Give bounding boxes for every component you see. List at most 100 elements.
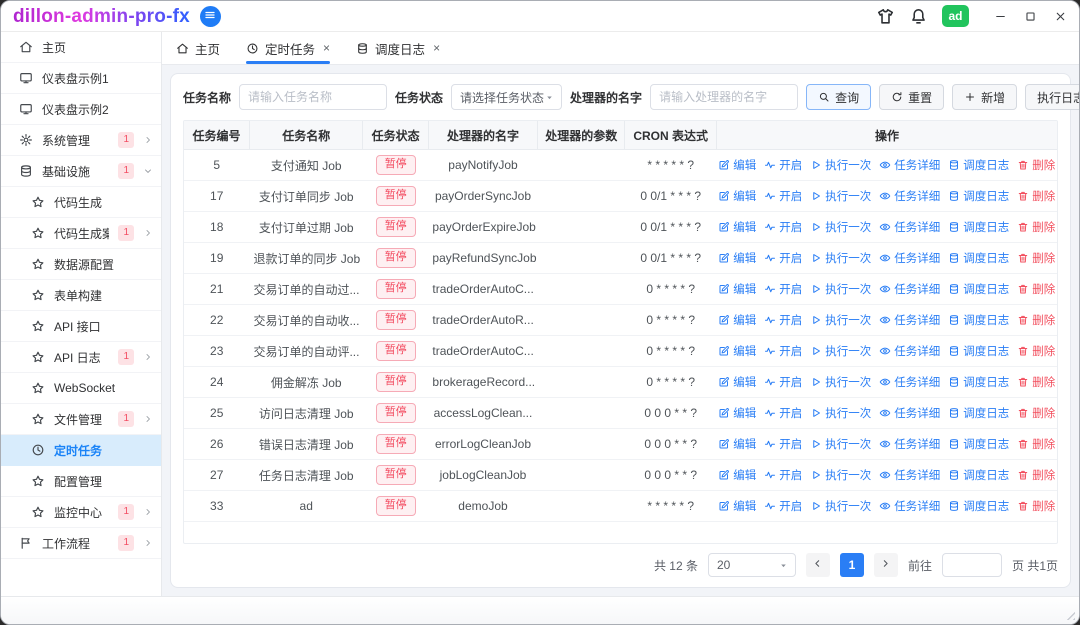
op-detail[interactable]: 任务详细 — [879, 250, 940, 266]
op-edit[interactable]: 编辑 — [718, 436, 756, 452]
theme-shirt-icon[interactable] — [876, 7, 895, 26]
op-run-once[interactable]: 执行一次 — [810, 436, 871, 452]
create-button[interactable]: 新增 — [952, 84, 1017, 110]
op-edit[interactable]: 编辑 — [718, 343, 756, 359]
sidebar-item-系统管理[interactable]: 系统管理1 — [1, 125, 161, 156]
op-detail[interactable]: 任务详细 — [879, 498, 940, 514]
op-delete[interactable]: 删除 — [1017, 405, 1055, 421]
op-enable[interactable]: 开启 — [764, 498, 802, 514]
reset-button[interactable]: 重置 — [879, 84, 944, 110]
op-edit[interactable]: 编辑 — [718, 312, 756, 328]
notifications-bell-icon[interactable] — [909, 7, 928, 26]
op-edit[interactable]: 编辑 — [718, 219, 756, 235]
op-enable[interactable]: 开启 — [764, 157, 802, 173]
task-name-input[interactable] — [239, 84, 387, 110]
sidebar-item-仪表盘示例2[interactable]: 仪表盘示例2 — [1, 94, 161, 125]
user-avatar[interactable]: ad — [942, 5, 969, 27]
op-run-once[interactable]: 执行一次 — [810, 157, 871, 173]
op-enable[interactable]: 开启 — [764, 343, 802, 359]
op-enable[interactable]: 开启 — [764, 312, 802, 328]
op-edit[interactable]: 编辑 — [718, 250, 756, 266]
sidebar-item-定时任务[interactable]: 定时任务 — [1, 435, 161, 466]
sidebar-item-数据源配置[interactable]: 数据源配置 — [1, 249, 161, 280]
op-sched-log[interactable]: 调度日志 — [948, 436, 1009, 452]
minimize-icon[interactable] — [993, 9, 1007, 23]
op-sched-log[interactable]: 调度日志 — [948, 219, 1009, 235]
sidebar-item-基础设施[interactable]: 基础设施1 — [1, 156, 161, 187]
sidebar-item-主页[interactable]: 主页 — [1, 32, 161, 63]
op-edit[interactable]: 编辑 — [718, 281, 756, 297]
op-sched-log[interactable]: 调度日志 — [948, 467, 1009, 483]
sidebar-item-代码生成[interactable]: 代码生成 — [1, 187, 161, 218]
op-enable[interactable]: 开启 — [764, 374, 802, 390]
op-detail[interactable]: 任务详细 — [879, 281, 940, 297]
op-run-once[interactable]: 执行一次 — [810, 219, 871, 235]
op-detail[interactable]: 任务详细 — [879, 436, 940, 452]
tab-cron-task[interactable]: 定时任务× — [246, 32, 330, 64]
op-delete[interactable]: 删除 — [1017, 467, 1055, 483]
op-sched-log[interactable]: 调度日志 — [948, 157, 1009, 173]
op-run-once[interactable]: 执行一次 — [810, 343, 871, 359]
op-run-once[interactable]: 执行一次 — [810, 467, 871, 483]
op-edit[interactable]: 编辑 — [718, 188, 756, 204]
op-sched-log[interactable]: 调度日志 — [948, 188, 1009, 204]
op-delete[interactable]: 删除 — [1017, 436, 1055, 452]
page-size-select[interactable]: 20 — [708, 553, 796, 577]
op-detail[interactable]: 任务详细 — [879, 374, 940, 390]
op-detail[interactable]: 任务详细 — [879, 219, 940, 235]
tab-job-log[interactable]: 调度日志× — [356, 32, 440, 64]
prev-page-button[interactable] — [806, 553, 830, 577]
op-delete[interactable]: 删除 — [1017, 281, 1055, 297]
op-detail[interactable]: 任务详细 — [879, 157, 940, 173]
op-enable[interactable]: 开启 — [764, 188, 802, 204]
op-delete[interactable]: 删除 — [1017, 219, 1055, 235]
sidebar-item-监控中心[interactable]: 监控中心1 — [1, 497, 161, 528]
tab-home[interactable]: 主页 — [176, 32, 220, 64]
op-delete[interactable]: 删除 — [1017, 157, 1055, 173]
op-sched-log[interactable]: 调度日志 — [948, 405, 1009, 421]
op-run-once[interactable]: 执行一次 — [810, 312, 871, 328]
sidebar-item-表单构建[interactable]: 表单构建 — [1, 280, 161, 311]
resize-grip-icon[interactable] — [1064, 609, 1075, 620]
sidebar-item-工作流程[interactable]: 工作流程1 — [1, 528, 161, 559]
sidebar-item-API 接口[interactable]: API 接口 — [1, 311, 161, 342]
hamburger-menu-button[interactable] — [200, 6, 221, 27]
sidebar-item-仪表盘示例1[interactable]: 仪表盘示例1 — [1, 63, 161, 94]
op-detail[interactable]: 任务详细 — [879, 312, 940, 328]
op-run-once[interactable]: 执行一次 — [810, 405, 871, 421]
op-run-once[interactable]: 执行一次 — [810, 281, 871, 297]
op-enable[interactable]: 开启 — [764, 281, 802, 297]
sidebar-item-API 日志[interactable]: API 日志1 — [1, 342, 161, 373]
op-sched-log[interactable]: 调度日志 — [948, 343, 1009, 359]
close-icon[interactable] — [1053, 9, 1067, 23]
op-sched-log[interactable]: 调度日志 — [948, 312, 1009, 328]
sidebar-item-WebSocket[interactable]: WebSocket — [1, 373, 161, 404]
op-enable[interactable]: 开启 — [764, 250, 802, 266]
page-1-button[interactable]: 1 — [840, 553, 864, 577]
op-run-once[interactable]: 执行一次 — [810, 498, 871, 514]
op-delete[interactable]: 删除 — [1017, 498, 1055, 514]
op-detail[interactable]: 任务详细 — [879, 188, 940, 204]
op-enable[interactable]: 开启 — [764, 405, 802, 421]
op-edit[interactable]: 编辑 — [718, 467, 756, 483]
op-sched-log[interactable]: 调度日志 — [948, 281, 1009, 297]
op-delete[interactable]: 删除 — [1017, 312, 1055, 328]
op-delete[interactable]: 删除 — [1017, 374, 1055, 390]
op-sched-log[interactable]: 调度日志 — [948, 498, 1009, 514]
maximize-icon[interactable] — [1023, 9, 1037, 23]
op-delete[interactable]: 删除 — [1017, 188, 1055, 204]
op-delete[interactable]: 删除 — [1017, 343, 1055, 359]
task-status-select[interactable]: 请选择任务状态 — [451, 84, 562, 110]
op-sched-log[interactable]: 调度日志 — [948, 250, 1009, 266]
op-detail[interactable]: 任务详细 — [879, 343, 940, 359]
sidebar-item-文件管理[interactable]: 文件管理1 — [1, 404, 161, 435]
op-run-once[interactable]: 执行一次 — [810, 188, 871, 204]
exec-log-button[interactable]: 执行日志 — [1025, 84, 1080, 110]
tab-close-icon[interactable]: × — [323, 42, 330, 54]
sidebar-item-代码生成案例[interactable]: 代码生成案例1 — [1, 218, 161, 249]
goto-page-input[interactable] — [942, 553, 1002, 577]
op-detail[interactable]: 任务详细 — [879, 467, 940, 483]
op-run-once[interactable]: 执行一次 — [810, 374, 871, 390]
op-enable[interactable]: 开启 — [764, 219, 802, 235]
sidebar-item-配置管理[interactable]: 配置管理 — [1, 466, 161, 497]
